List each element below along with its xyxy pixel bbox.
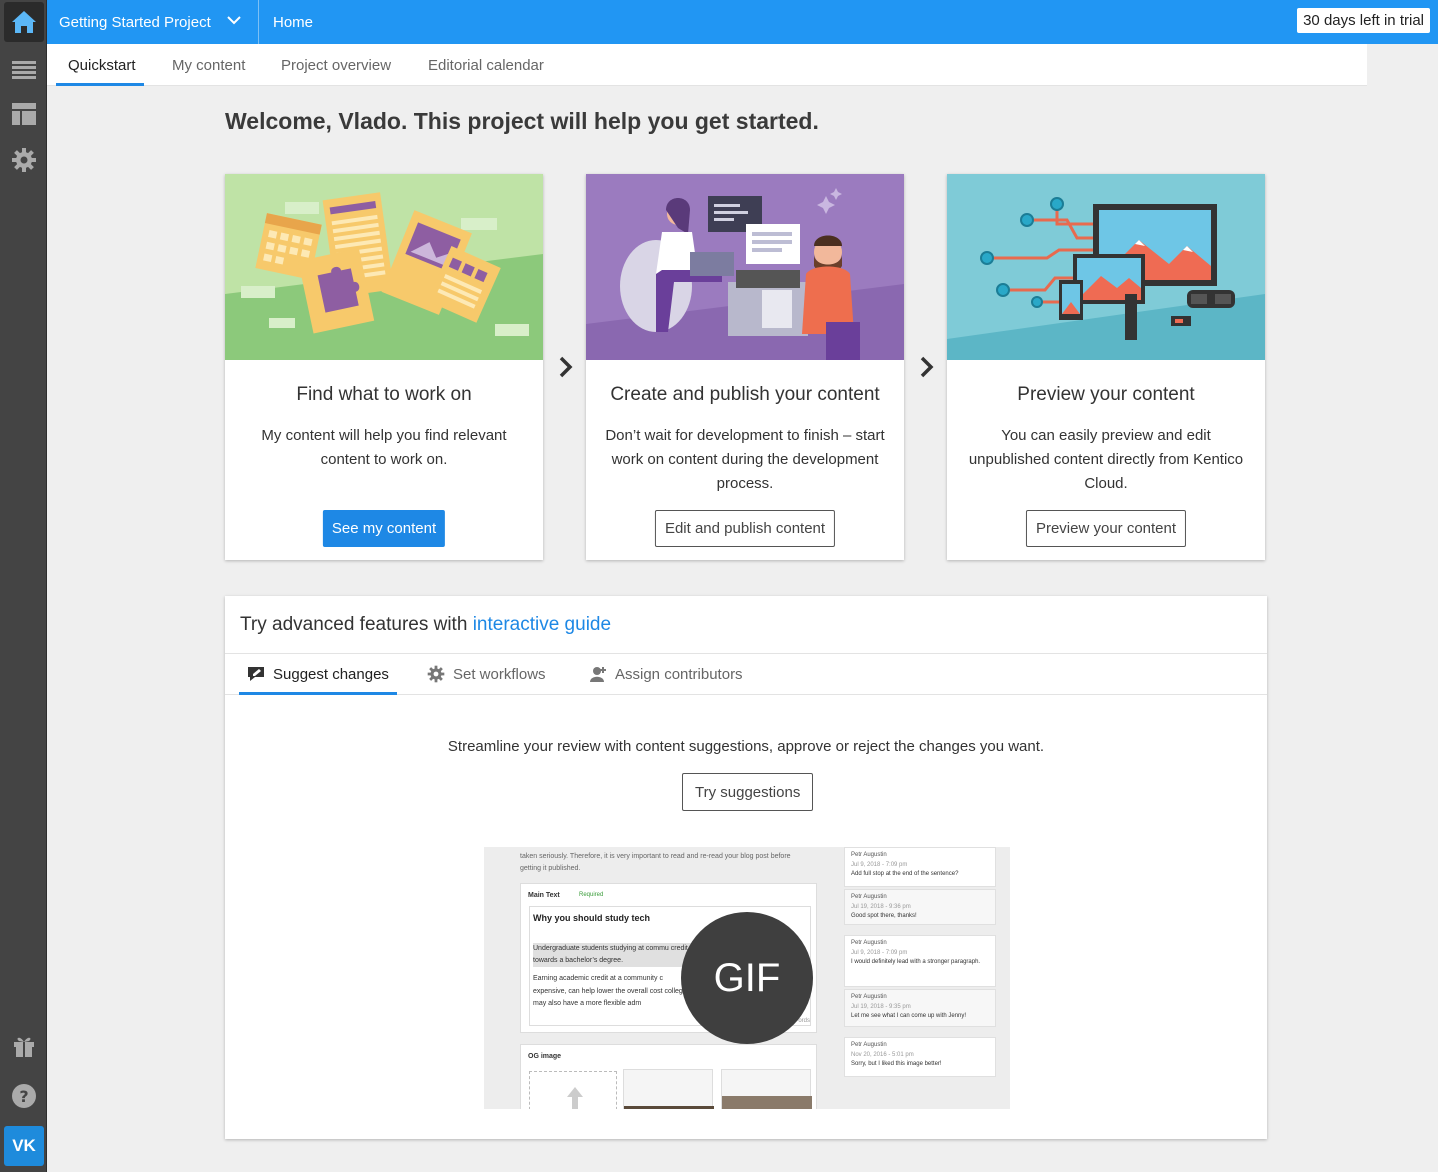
guide-description: Streamline your review with content sugg…: [447, 738, 1045, 755]
settings-icon[interactable]: [4, 140, 44, 180]
svg-text:?: ?: [19, 1087, 28, 1106]
comment-card: Petr Augustin Jul 19, 2018 - 9:35 pm Let m…: [844, 989, 996, 1027]
card-title: Create and publish your content: [610, 384, 880, 405]
interactive-guide-link[interactable]: interactive guide: [473, 614, 611, 635]
preview-og-label: OG image: [528, 1053, 562, 1060]
help-icon[interactable]: ?: [4, 1076, 44, 1116]
preview-comments: Petr Augustin Jul 9, 2018 - 7:09 pm Add fu…: [844, 847, 996, 1109]
project-switcher[interactable]: Getting Started Project: [47, 0, 259, 44]
chevron-right-icon: [917, 354, 937, 380]
card-title: Find what to work on: [296, 384, 472, 405]
preview-para2: Earning academic credit at a community c…: [533, 975, 691, 1007]
tab-set-workflows[interactable]: Set workflows: [427, 654, 546, 694]
tab-label: Suggest changes: [273, 665, 389, 683]
upload-arrow-icon: [567, 1087, 583, 1109]
card-find-work: Find what to work on My content will hel…: [225, 174, 543, 560]
comment-card: Petr Augustin Jul 9, 2018 - 7:09 pm I woul…: [844, 935, 996, 987]
tab-bar: Quickstart My content Project overview E…: [47, 44, 1367, 86]
preview-og-image: OG image: [520, 1044, 817, 1109]
preview-heading: Why you should study tech: [533, 913, 651, 923]
gif-play-badge[interactable]: GIF: [681, 912, 813, 1044]
left-rail: ? VK: [0, 0, 47, 1172]
comment-edit-icon: [248, 667, 264, 681]
page-title: Welcome, Vlado. This project will help y…: [225, 108, 819, 134]
layout-icon[interactable]: [4, 94, 44, 134]
comment-card: Petr Augustin Jul 9, 2018 - 7:09 pm Add fu…: [844, 847, 996, 887]
chevron-down-icon: [227, 16, 241, 25]
preview-field-label: Main Text: [528, 892, 560, 899]
trial-badge[interactable]: 30 days left in trial: [1297, 8, 1430, 33]
collaboration-illustration: [586, 174, 904, 360]
card-preview: Preview your content You can easily prev…: [947, 174, 1265, 560]
home-icon[interactable]: [4, 2, 44, 42]
user-add-icon: [590, 667, 606, 682]
tab-my-content[interactable]: My content: [172, 44, 245, 86]
tab-assign-contributors[interactable]: Assign contributors: [589, 654, 743, 694]
top-bar: Getting Started Project Home 30 days lef…: [47, 0, 1438, 44]
edit-publish-content-button[interactable]: Edit and publish content: [654, 510, 836, 547]
comment-card: Petr Augustin Nov 20, 2016 - 5:01 pm Sorry…: [844, 1037, 996, 1077]
preview-content-button[interactable]: Preview your content: [1025, 510, 1187, 547]
gift-icon[interactable]: [4, 1026, 44, 1066]
card-create-publish: Create and publish your content Don’t wa…: [586, 174, 904, 560]
try-suggestions-button[interactable]: Try suggestions: [682, 773, 814, 811]
card-title: Preview your content: [1017, 384, 1195, 405]
tab-label: Set workflows: [453, 665, 546, 683]
gear-icon: [427, 665, 445, 683]
see-my-content-button[interactable]: See my content: [322, 510, 446, 547]
guide-tab-bar: Suggest changes Set workflows Assign con…: [225, 653, 1267, 695]
chevron-right-icon: [556, 354, 576, 380]
avatar[interactable]: VK: [4, 1126, 44, 1166]
preview-para1: Undergraduate students studying at commu…: [533, 943, 693, 967]
guide-heading-text: Try advanced features with: [240, 614, 468, 635]
documents-illustration: [225, 174, 543, 360]
project-name: Getting Started Project: [59, 13, 211, 31]
preview-intro: taken seriously. Therefore, it is very i…: [520, 853, 791, 872]
tab-quickstart[interactable]: Quickstart: [56, 44, 143, 86]
card-description: Don’t wait for development to finish – s…: [605, 427, 885, 492]
preview-word-count: ords: [798, 1018, 810, 1024]
tab-label: Assign contributors: [615, 665, 743, 683]
content-list-icon[interactable]: [4, 50, 44, 90]
card-description: My content will help you find relevant c…: [261, 427, 507, 468]
comment-card: Petr Augustin Jul 19, 2018 - 9:36 pm Good …: [844, 889, 996, 925]
devices-illustration: [947, 174, 1265, 360]
card-description: You can easily preview and edit unpublis…: [968, 427, 1244, 492]
interactive-guide-panel: Try advanced features with interactive g…: [225, 596, 1267, 1139]
tab-editorial-calendar[interactable]: Editorial calendar: [428, 44, 544, 86]
preview-required: Required: [579, 892, 604, 898]
tab-suggest-changes[interactable]: Suggest changes: [239, 654, 397, 695]
guide-heading: Try advanced features with interactive g…: [240, 614, 611, 636]
tab-project-overview[interactable]: Project overview: [281, 44, 391, 86]
breadcrumb[interactable]: Home: [273, 0, 313, 44]
